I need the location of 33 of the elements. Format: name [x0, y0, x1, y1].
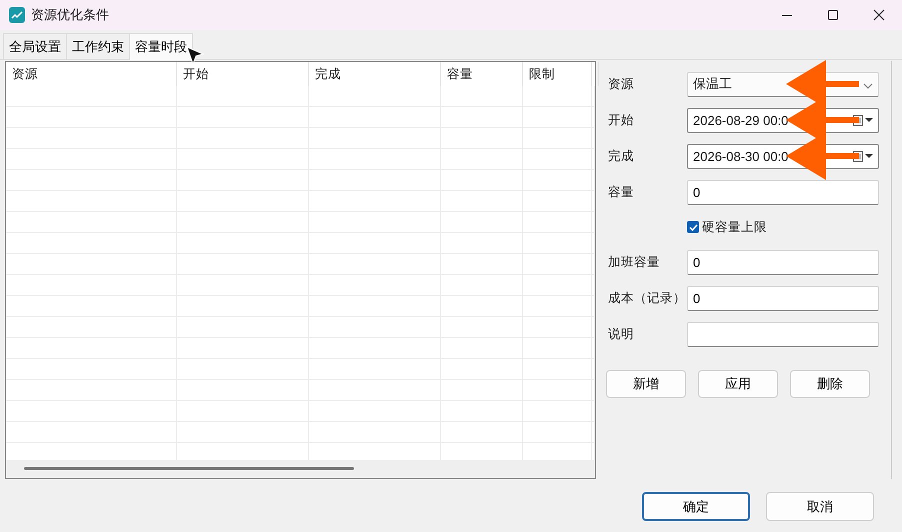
column-header[interactable]: 开始 [177, 62, 309, 86]
column-header[interactable]: 容量 [441, 62, 523, 86]
maximize-icon [827, 9, 839, 21]
dialog-button[interactable]: 取消 [766, 492, 874, 521]
input-field[interactable]: 0 [687, 180, 879, 204]
app-icon [9, 7, 25, 23]
input-field[interactable]: 0 [687, 250, 879, 274]
field-label: 加班容量 [608, 254, 661, 270]
field-label: 开始 [608, 112, 635, 128]
window-title: 资源优化条件 [31, 6, 109, 24]
input-field[interactable]: 0 [687, 286, 879, 310]
input-field[interactable] [687, 322, 879, 346]
chevron-down-icon [863, 82, 873, 88]
caret-icon [865, 118, 874, 122]
field-label: 容量 [608, 184, 635, 200]
tab[interactable]: 容量时段 [129, 33, 193, 60]
tab[interactable]: 全局设置 [3, 33, 67, 59]
action-button[interactable]: 删除 [790, 370, 870, 398]
field-label: 资源 [608, 76, 635, 92]
action-button[interactable]: 新增 [606, 370, 686, 398]
field-label: 成本（记录） [608, 290, 687, 306]
checkmark-icon [688, 222, 698, 232]
caret-icon [865, 154, 874, 158]
field-label: 说明 [608, 326, 635, 342]
column-header[interactable]: 资源 [6, 62, 177, 86]
action-button[interactable]: 应用 [698, 370, 778, 398]
dialog-button[interactable]: 确定 [642, 492, 750, 521]
column-header[interactable]: 完成 [309, 62, 441, 86]
field-label: 完成 [608, 148, 635, 164]
column-header[interactable]: 限制 [523, 62, 592, 86]
checkbox[interactable]: 硬容量上限 [687, 218, 767, 236]
horizontal-scrollbar[interactable] [6, 460, 595, 478]
close-icon [873, 9, 885, 21]
